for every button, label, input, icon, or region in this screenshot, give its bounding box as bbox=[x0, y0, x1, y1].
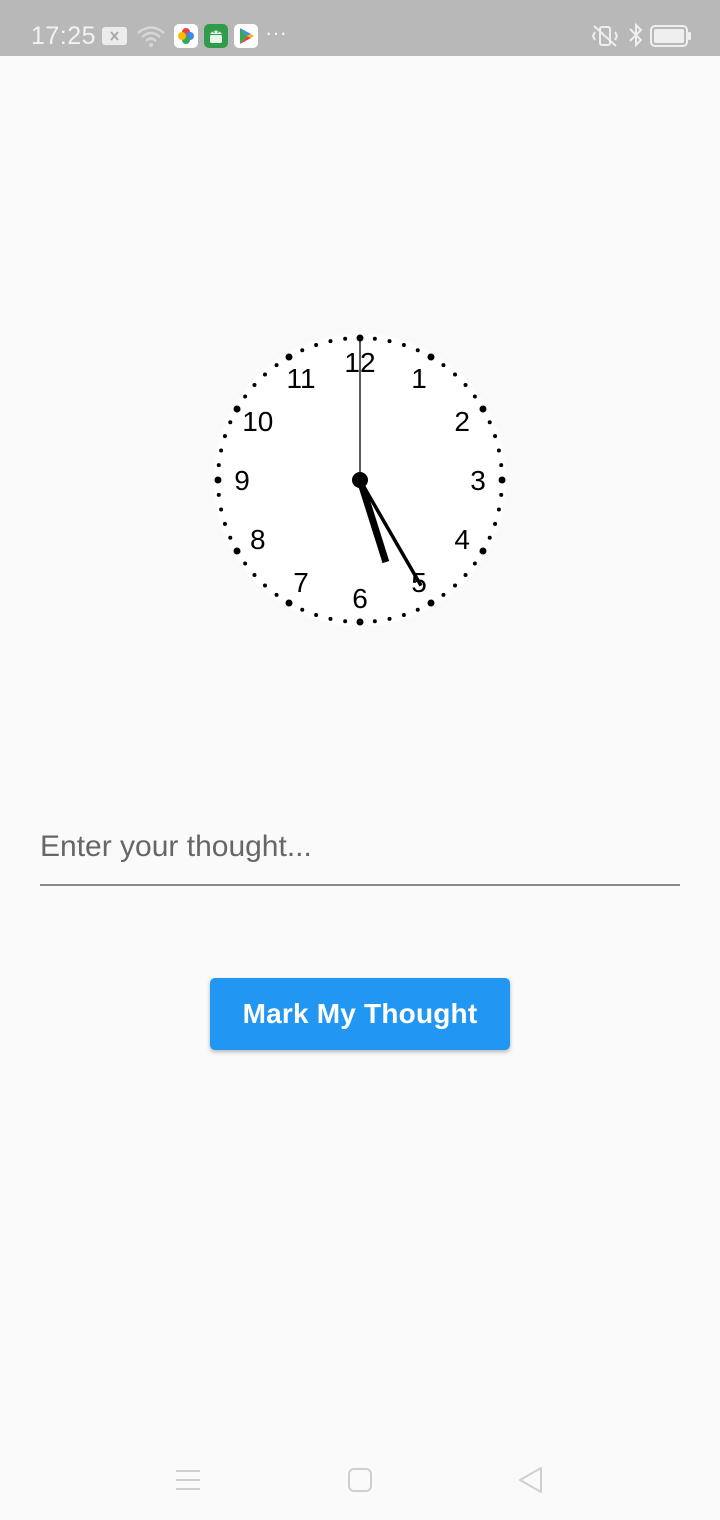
clock-numeral: 2 bbox=[454, 406, 470, 437]
mark-my-thought-button[interactable]: Mark My Thought bbox=[210, 978, 510, 1050]
hour-tick bbox=[479, 405, 487, 413]
clock-numeral: 3 bbox=[470, 465, 486, 496]
clock-numeral: 6 bbox=[352, 583, 368, 614]
minute-tick bbox=[314, 613, 319, 618]
minute-tick bbox=[401, 613, 406, 618]
hour-tick bbox=[285, 353, 293, 361]
photos-app-icon bbox=[174, 24, 198, 48]
hour-tick bbox=[356, 618, 364, 626]
minute-tick bbox=[262, 583, 267, 588]
minute-tick bbox=[343, 619, 348, 624]
minute-tick bbox=[216, 492, 221, 497]
minute-tick bbox=[387, 616, 392, 621]
clock-numeral: 1 bbox=[411, 363, 427, 394]
vibrate-off-icon bbox=[591, 25, 619, 47]
minute-tick bbox=[228, 535, 233, 540]
minute-tick bbox=[274, 592, 279, 597]
minute-tick bbox=[499, 492, 504, 497]
minute-tick bbox=[219, 507, 224, 512]
minute-tick bbox=[252, 382, 257, 387]
minute-tick bbox=[252, 573, 257, 578]
minute-tick bbox=[216, 463, 221, 468]
minute-tick bbox=[372, 336, 377, 341]
minute-tick bbox=[415, 607, 420, 612]
minute-tick bbox=[453, 372, 458, 377]
minute-tick bbox=[472, 561, 477, 566]
minute-tick bbox=[222, 521, 227, 526]
minute-tick bbox=[441, 592, 446, 597]
menu-icon[interactable] bbox=[166, 1458, 210, 1502]
bluetooth-icon bbox=[629, 22, 643, 48]
clock-numeral: 11 bbox=[286, 363, 315, 394]
status-time: 17:25 bbox=[31, 22, 97, 50]
minute-tick bbox=[496, 507, 501, 512]
minute-tick bbox=[300, 348, 305, 353]
minute-tick bbox=[328, 339, 333, 344]
minute-tick bbox=[219, 448, 224, 453]
minute-tick bbox=[453, 583, 458, 588]
hour-tick bbox=[233, 547, 241, 555]
minute-tick bbox=[472, 394, 477, 399]
back-icon[interactable] bbox=[508, 1458, 552, 1502]
minute-tick bbox=[343, 336, 348, 341]
minute-tick bbox=[463, 573, 468, 578]
clock-numeral: 8 bbox=[250, 524, 266, 555]
minute-tick bbox=[441, 363, 446, 368]
hour-tick bbox=[479, 547, 487, 555]
status-bar: 17:25 ··· bbox=[0, 0, 720, 56]
thought-input[interactable] bbox=[40, 810, 680, 886]
minute-tick bbox=[243, 394, 248, 399]
minute-tick bbox=[314, 342, 319, 347]
clock-numeral: 9 bbox=[234, 465, 250, 496]
android-app-icon bbox=[204, 24, 228, 48]
minute-tick bbox=[243, 561, 248, 566]
hour-tick bbox=[427, 353, 435, 361]
notification-x-icon bbox=[102, 27, 127, 45]
minute-tick bbox=[463, 382, 468, 387]
play-store-icon bbox=[234, 24, 258, 48]
hour-tick bbox=[498, 476, 506, 484]
minute-tick bbox=[493, 434, 498, 439]
clock-numeral: 7 bbox=[293, 567, 309, 598]
minute-tick bbox=[274, 363, 279, 368]
minute-tick bbox=[387, 339, 392, 344]
clock-numeral: 4 bbox=[454, 524, 470, 555]
hour-tick bbox=[427, 599, 435, 607]
minute-tick bbox=[228, 420, 233, 425]
minute-tick bbox=[415, 348, 420, 353]
wifi-icon bbox=[137, 26, 165, 47]
hour-tick bbox=[214, 476, 222, 484]
minute-tick bbox=[372, 619, 377, 624]
minute-tick bbox=[328, 616, 333, 621]
minute-tick bbox=[487, 535, 492, 540]
minute-tick bbox=[499, 463, 504, 468]
more-notifications-indicator: ··· bbox=[265, 20, 287, 45]
analog-clock: 121234567891011 bbox=[212, 332, 508, 628]
battery-icon bbox=[650, 25, 691, 47]
minute-tick bbox=[300, 607, 305, 612]
hour-tick bbox=[285, 599, 293, 607]
navigation-bar bbox=[0, 1440, 720, 1520]
clock-center-pin bbox=[352, 472, 368, 488]
minute-tick bbox=[493, 521, 498, 526]
home-icon[interactable] bbox=[338, 1458, 382, 1502]
minute-tick bbox=[222, 434, 227, 439]
minute-tick bbox=[496, 448, 501, 453]
hour-tick bbox=[233, 405, 241, 413]
minute-tick bbox=[262, 372, 267, 377]
clock-numeral: 10 bbox=[242, 406, 273, 437]
minute-tick bbox=[487, 420, 492, 425]
minute-tick bbox=[401, 342, 406, 347]
